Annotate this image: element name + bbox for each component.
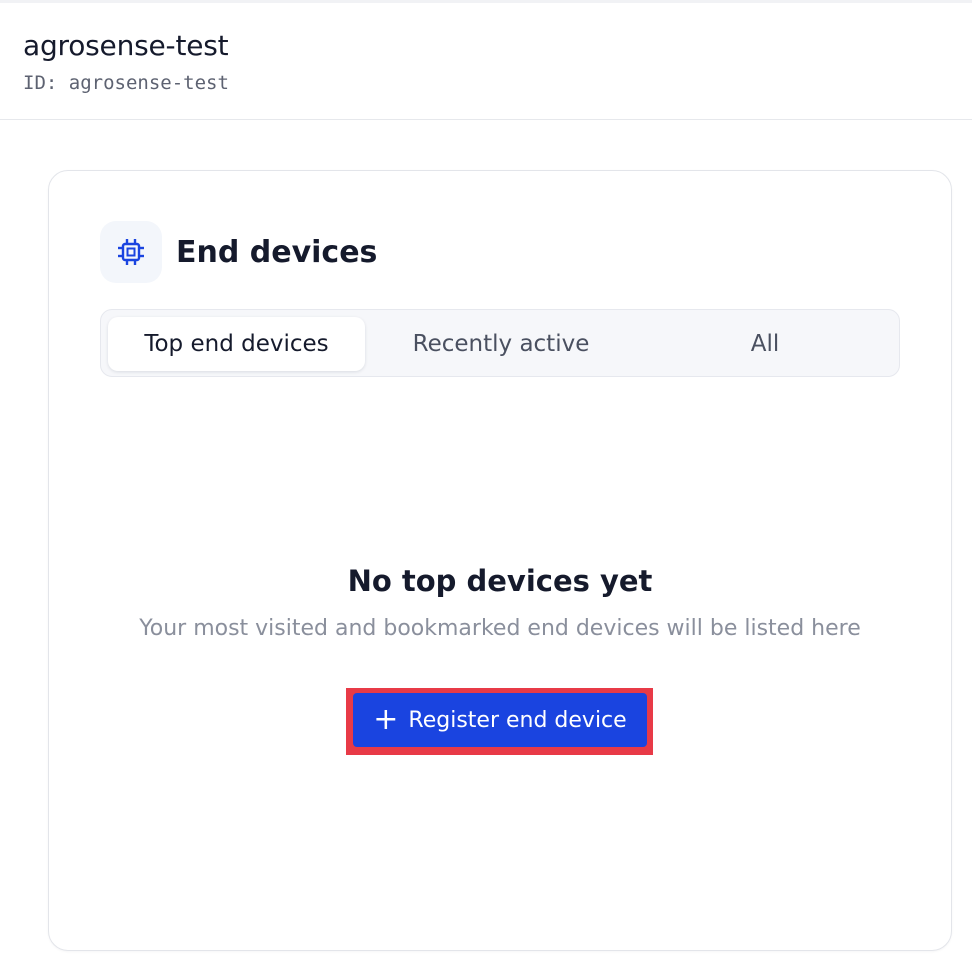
tab-recently-active[interactable]: Recently active [371, 317, 631, 371]
application-title: agrosense-test [23, 29, 229, 62]
empty-state-title: No top devices yet [347, 564, 653, 598]
empty-state-subtitle: Your most visited and bookmarked end dev… [139, 616, 861, 641]
tab-top-end-devices[interactable]: Top end devices [108, 317, 365, 371]
application-id: ID: agrosense-test [23, 71, 229, 95]
end-devices-icon-box [100, 221, 162, 283]
end-devices-title: End devices [176, 235, 378, 270]
tab-all[interactable]: All [637, 317, 893, 371]
application-id-value: agrosense-test [68, 72, 229, 94]
plus-icon: + [373, 702, 399, 737]
page-header: agrosense-test ID: agrosense-test [0, 3, 972, 120]
register-end-device-button[interactable]: + Register end device [353, 693, 647, 747]
end-devices-card: End devices Top end devices Recently act… [48, 170, 952, 951]
chip-icon [118, 239, 144, 265]
application-id-label: ID: [23, 72, 58, 94]
register-end-device-label: Register end device [408, 707, 627, 733]
end-devices-tabs: Top end devices Recently active All [100, 309, 900, 377]
